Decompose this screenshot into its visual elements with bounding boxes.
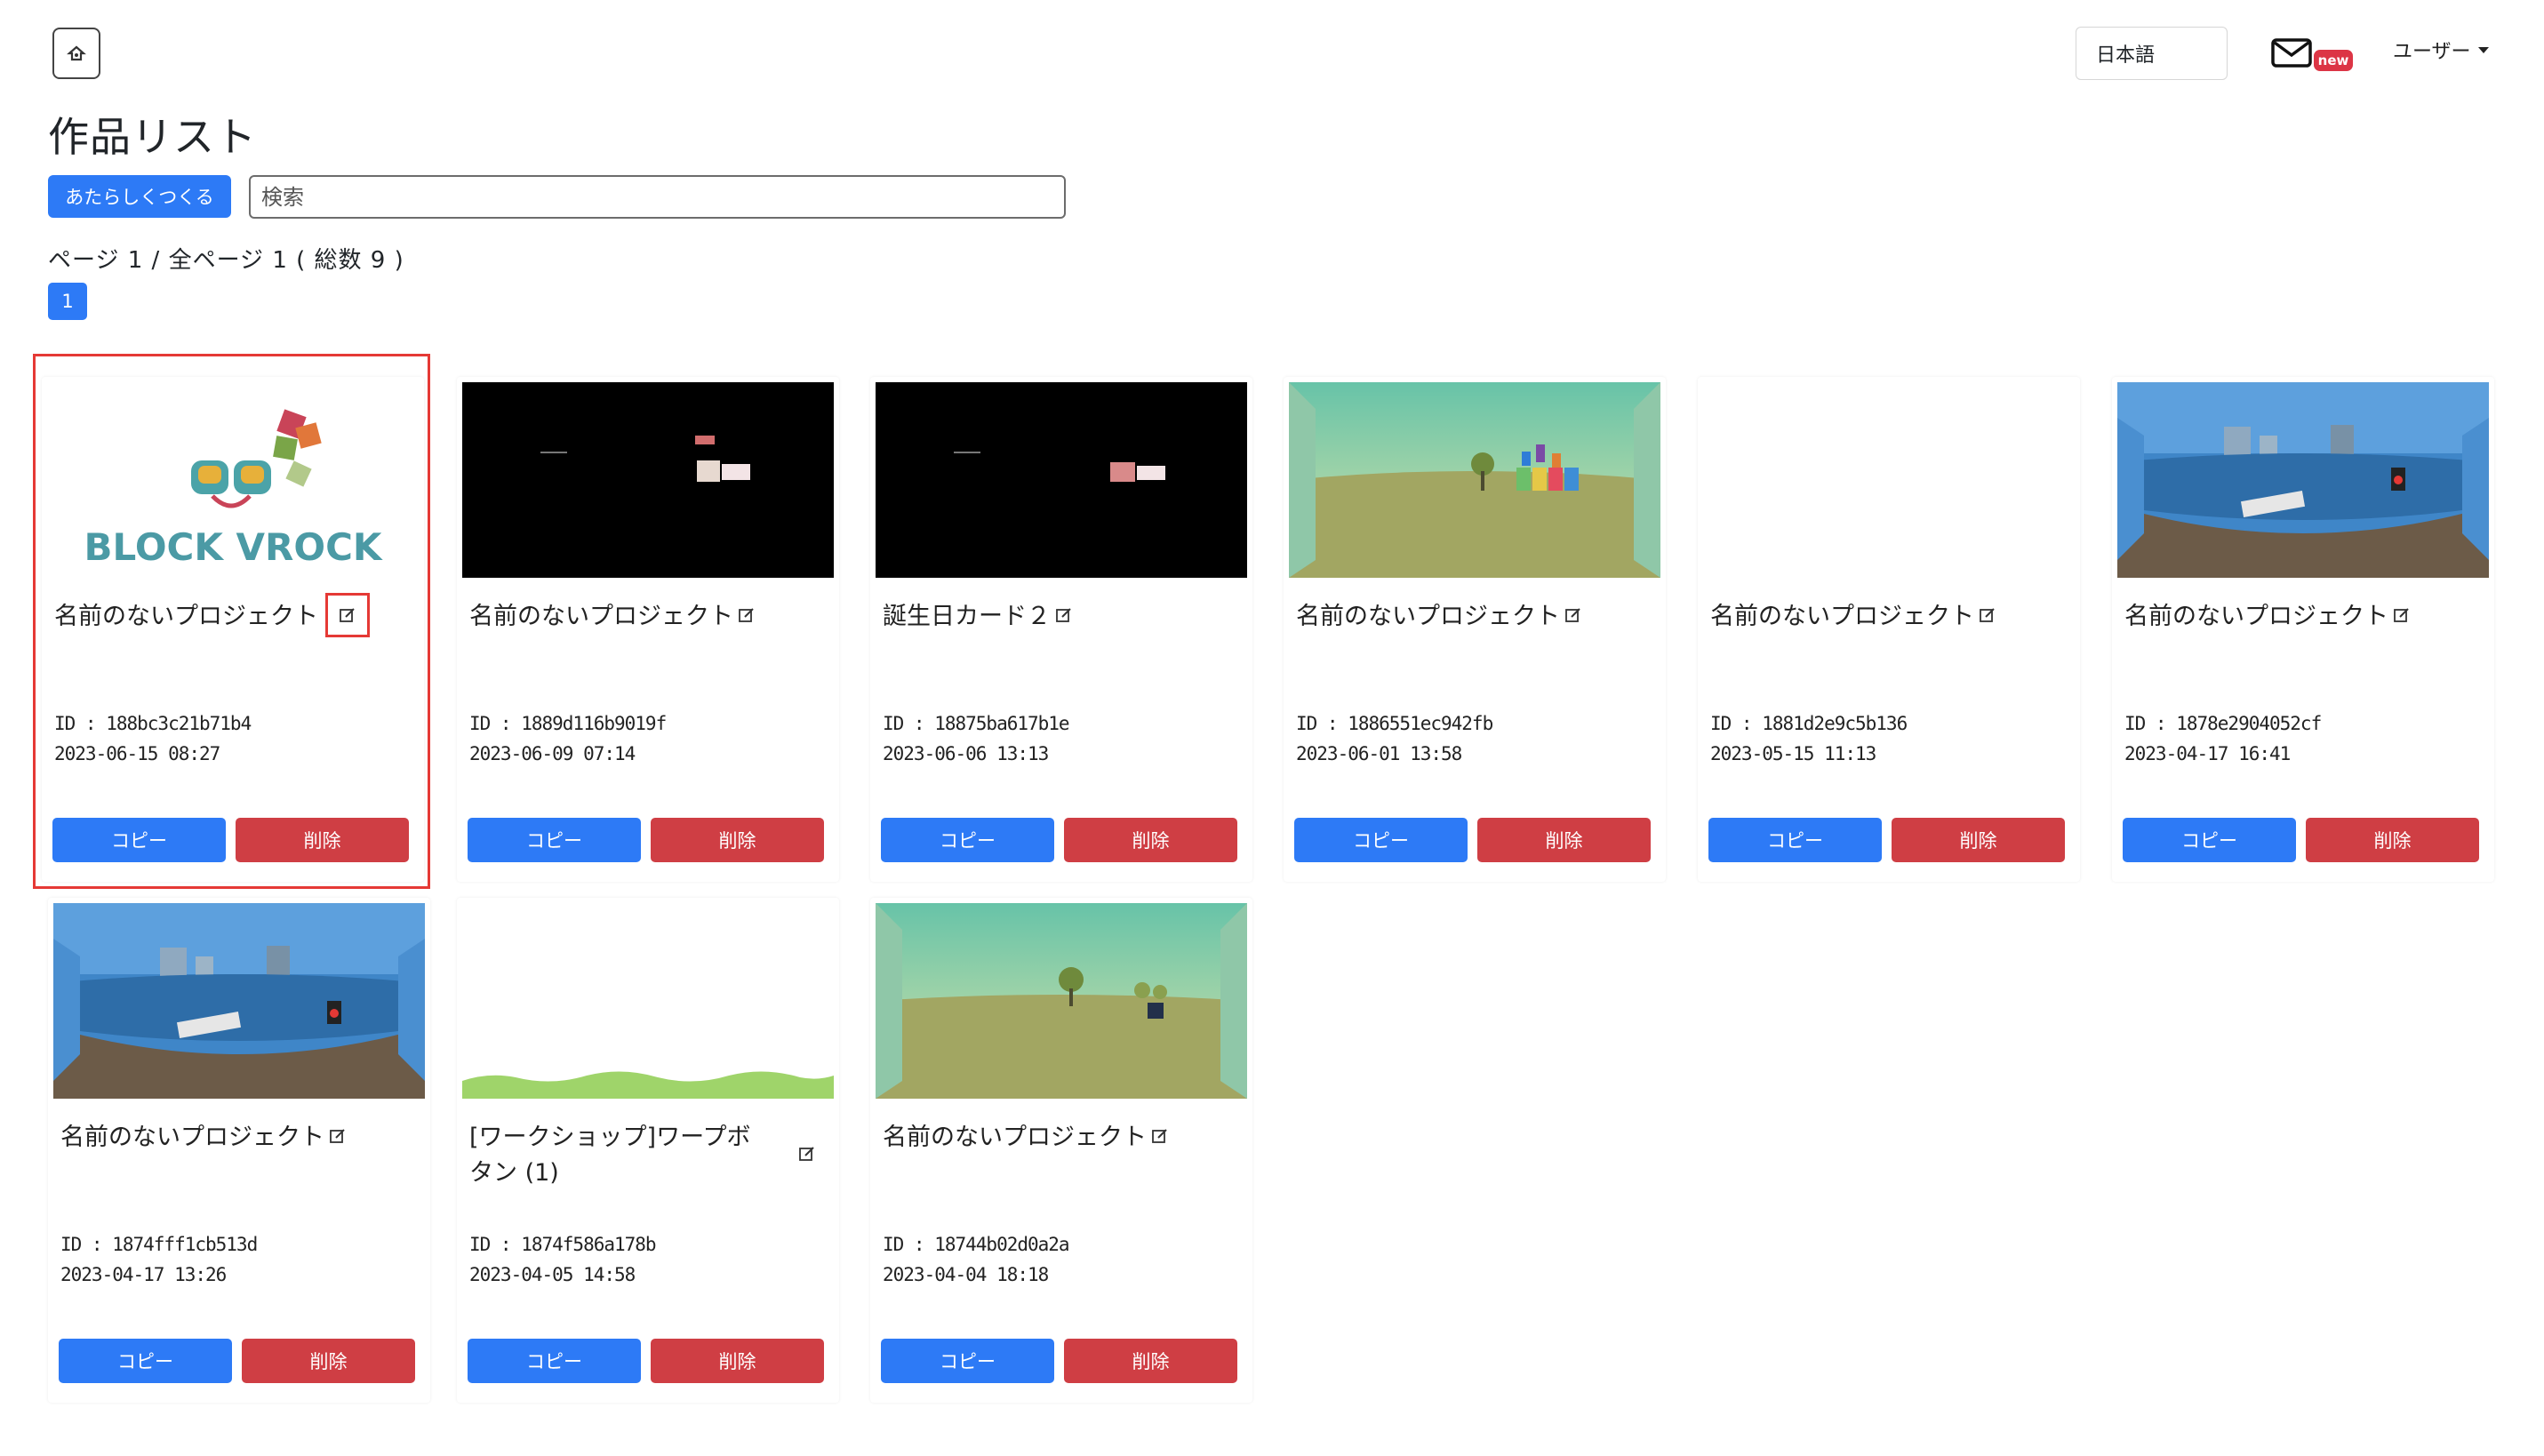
edit-title-icon[interactable] (1975, 603, 2000, 628)
project-id: ID : 1881d2e9c5b136 (1710, 713, 1908, 734)
copy-button[interactable]: コピー (1294, 818, 1468, 862)
project-id: ID : 1889d116b9019f (469, 713, 667, 734)
river-panorama-image (53, 903, 425, 1099)
edit-title-icon[interactable] (1148, 1124, 1172, 1148)
dark-scene-image (462, 382, 834, 578)
copy-button[interactable]: コピー (1708, 818, 1882, 862)
project-date: 2023-04-04 18:18 (883, 1264, 1049, 1285)
edit-title-icon[interactable] (325, 1124, 350, 1148)
selected-card-highlight (33, 354, 430, 889)
project-thumbnail[interactable] (462, 382, 834, 578)
project-date: 2023-06-06 13:13 (883, 743, 1049, 764)
pagination-page-1[interactable]: 1 (48, 283, 87, 320)
project-card: [ワークショップ]ワープボタン (1) ID : 1874f586a178b 2… (457, 898, 839, 1403)
copy-button[interactable]: コピー (468, 1339, 641, 1383)
project-thumbnail[interactable] (1289, 382, 1660, 578)
delete-button[interactable]: 削除 (1892, 818, 2065, 862)
chevron-down-icon (2477, 46, 2489, 53)
project-card: 名前のないプロジェクト ID : 1878e2904052cf 2023-04-… (2112, 377, 2494, 882)
project-card: 名前のないプロジェクト ID : 1874fff1cb513d 2023-04-… (48, 898, 430, 1403)
delete-button[interactable]: 削除 (1064, 818, 1237, 862)
mail-new-badge: new (2314, 50, 2353, 71)
delete-button[interactable]: 削除 (1064, 1339, 1237, 1383)
edit-title-icon[interactable] (1052, 603, 1076, 628)
project-title: 名前のないプロジェクト (1296, 603, 1560, 630)
project-thumbnail[interactable] (1703, 382, 2075, 578)
project-id: ID : 1874fff1cb513d (60, 1234, 258, 1255)
pagination-info: ページ 1 / 全ページ 1 ( 総数 9 ) (48, 247, 404, 274)
project-thumbnail[interactable] (53, 903, 425, 1099)
edit-title-icon[interactable] (734, 603, 759, 628)
home-logo-icon (67, 45, 86, 61)
project-title: 名前のないプロジェクト (60, 1124, 324, 1151)
project-date: 2023-04-17 13:26 (60, 1264, 227, 1285)
project-date: 2023-04-17 16:41 (2124, 743, 2291, 764)
project-date: 2023-05-15 11:13 (1710, 743, 1876, 764)
river-panorama-image (2117, 382, 2489, 578)
project-date: 2023-04-05 14:58 (469, 1264, 636, 1285)
project-card: 名前のないプロジェクト ID : 1881d2e9c5b136 2023-05-… (1698, 377, 2080, 882)
project-id: ID : 1886551ec942fb (1296, 713, 1493, 734)
project-title: 名前のないプロジェクト (2124, 603, 2388, 630)
delete-button[interactable]: 削除 (1477, 818, 1651, 862)
project-title: [ワークショップ]ワープボタン (1) (469, 1124, 751, 1187)
project-date: 2023-06-01 13:58 (1296, 743, 1462, 764)
copy-button[interactable]: コピー (468, 818, 641, 862)
mail-icon[interactable] (2271, 37, 2314, 69)
green-wave-image (462, 903, 834, 1099)
new-project-button[interactable]: あたらしくつくる (48, 175, 231, 218)
copy-button[interactable]: コピー (59, 1339, 232, 1383)
project-id: ID : 1878e2904052cf (2124, 713, 2322, 734)
project-card: 誕生日カード２ ID : 18875ba617b1e 2023-06-06 13… (870, 377, 1252, 882)
copy-button[interactable]: コピー (2123, 818, 2296, 862)
project-id: ID : 18875ba617b1e (883, 713, 1070, 734)
user-menu-label: ユーザー (2393, 41, 2471, 63)
project-date: 2023-06-09 07:14 (469, 743, 636, 764)
copy-button[interactable]: コピー (881, 818, 1054, 862)
delete-button[interactable]: 削除 (242, 1339, 415, 1383)
green-field-image (876, 903, 1247, 1099)
project-title: 誕生日カード２ (883, 603, 1051, 630)
project-title: 名前のないプロジェクト (469, 603, 733, 630)
project-id: ID : 1874f586a178b (469, 1234, 657, 1255)
delete-button[interactable]: 削除 (2306, 818, 2479, 862)
user-menu[interactable]: ユーザー (2393, 36, 2489, 64)
project-title: 名前のないプロジェクト (883, 1124, 1147, 1151)
dark-scene-image (876, 382, 1247, 578)
project-thumbnail[interactable] (876, 382, 1247, 578)
edit-title-icon[interactable] (2389, 603, 2414, 628)
language-select[interactable]: 日本語 (2076, 27, 2228, 80)
project-thumbnail[interactable] (876, 903, 1247, 1099)
green-field-image (1289, 382, 1660, 578)
edit-title-icon[interactable] (1561, 603, 1586, 628)
delete-button[interactable]: 削除 (651, 818, 824, 862)
project-card: 名前のないプロジェクト ID : 1886551ec942fb 2023-06-… (1284, 377, 1666, 882)
project-id: ID : 18744b02d0a2a (883, 1234, 1070, 1255)
delete-button[interactable]: 削除 (651, 1339, 824, 1383)
edit-title-icon[interactable] (795, 1141, 820, 1166)
project-thumbnail[interactable] (2117, 382, 2489, 578)
search-input[interactable] (249, 175, 1066, 219)
copy-button[interactable]: コピー (881, 1339, 1054, 1383)
blank-thumbnail (1703, 382, 2075, 578)
project-title: 名前のないプロジェクト (1710, 603, 1974, 630)
language-label: 日本語 (2096, 44, 2156, 67)
home-logo-button[interactable] (52, 28, 100, 79)
page-title: 作品リスト (48, 113, 257, 161)
project-card: 名前のないプロジェクト ID : 18744b02d0a2a 2023-04-0… (870, 898, 1252, 1403)
project-thumbnail[interactable] (462, 903, 834, 1099)
project-card: 名前のないプロジェクト ID : 1889d116b9019f 2023-06-… (457, 377, 839, 882)
